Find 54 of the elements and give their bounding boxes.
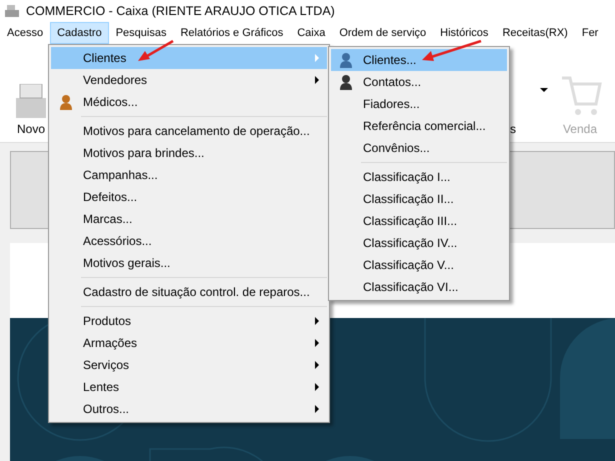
menu-item[interactable]: Motivos para cancelamento de operação... xyxy=(51,120,327,142)
arrow-annotation xyxy=(138,40,174,62)
menu-item[interactable]: Contatos... xyxy=(331,71,507,93)
menu-item[interactable]: Fiadores... xyxy=(331,93,507,115)
menu-item[interactable]: Campanhas... xyxy=(51,164,327,186)
menu-item[interactable]: Produtos xyxy=(51,310,327,332)
cash-register-icon xyxy=(16,84,46,118)
menu-bar-item[interactable]: Pesquisas xyxy=(108,22,174,44)
person-icon xyxy=(59,94,73,110)
submenu-arrow-icon xyxy=(315,54,319,62)
menu-bar-item[interactable]: Acesso xyxy=(0,22,50,44)
menu-item[interactable]: Cadastro de situação control. de reparos... xyxy=(51,281,327,303)
menu-item[interactable]: Médicos... xyxy=(51,91,327,113)
menu-item[interactable]: Referência comercial... xyxy=(331,115,507,137)
toolbar-button[interactable]: s xyxy=(510,122,516,136)
dropdown-arrow-icon xyxy=(540,88,548,92)
menu-item[interactable]: Classificação II... xyxy=(331,188,507,210)
menu-item[interactable]: Classificação VI... xyxy=(331,276,507,298)
submenu-arrow-icon xyxy=(315,317,319,325)
menu-item[interactable]: Classificação IV... xyxy=(331,232,507,254)
menu-bar-item[interactable]: Relatórios e Gráficos xyxy=(173,22,290,44)
submenu-arrow-icon xyxy=(315,76,319,84)
menu-item[interactable]: Marcas... xyxy=(51,208,327,230)
menu-bar-item[interactable]: Fer xyxy=(574,22,606,44)
submenu-arrow-icon xyxy=(315,383,319,391)
menu-item[interactable]: Acessórios... xyxy=(51,230,327,252)
menu-item[interactable]: Vendedores xyxy=(51,69,327,91)
menu-item[interactable]: Classificação I... xyxy=(331,166,507,188)
menu-item[interactable]: Lentes xyxy=(51,376,327,398)
cash-register-icon xyxy=(4,4,20,18)
submenu-arrow-icon xyxy=(315,361,319,369)
menu-item[interactable]: Armações xyxy=(51,332,327,354)
person-icon xyxy=(339,74,353,90)
window-title: COMMERCIO - Caixa (RIENTE ARAUJO OTICA LTDA) xyxy=(26,4,335,18)
menu-bar-item[interactable]: Ordem de serviço xyxy=(332,22,434,44)
submenu-arrow-icon xyxy=(315,405,319,413)
menu-item[interactable]: Classificação III... xyxy=(331,210,507,232)
menu-bar-item[interactable]: Caixa xyxy=(290,22,332,44)
menu-item[interactable]: Classificação V... xyxy=(331,254,507,276)
menu-bar-item[interactable]: Receitas(RX) xyxy=(495,22,575,44)
menu-bar-item[interactable]: Históricos xyxy=(433,22,496,44)
menu-item[interactable]: Clientes xyxy=(51,47,327,69)
toolbar-button[interactable]: Novo xyxy=(16,84,46,136)
menu-item[interactable]: Serviços xyxy=(51,354,327,376)
menu-bar-item[interactable]: Cadastro xyxy=(50,22,109,44)
arrow-annotation xyxy=(422,40,482,62)
menu-item[interactable]: Clientes... xyxy=(331,49,507,71)
menu-item[interactable]: Outros... xyxy=(51,398,327,420)
menu-item[interactable]: Convênios... xyxy=(331,137,507,159)
menu-item[interactable]: Motivos gerais... xyxy=(51,252,327,274)
menu-item[interactable]: Motivos para brindes... xyxy=(51,142,327,164)
menu-item[interactable]: Defeitos... xyxy=(51,186,327,208)
person-icon xyxy=(339,52,353,68)
submenu-arrow-icon xyxy=(315,339,319,347)
